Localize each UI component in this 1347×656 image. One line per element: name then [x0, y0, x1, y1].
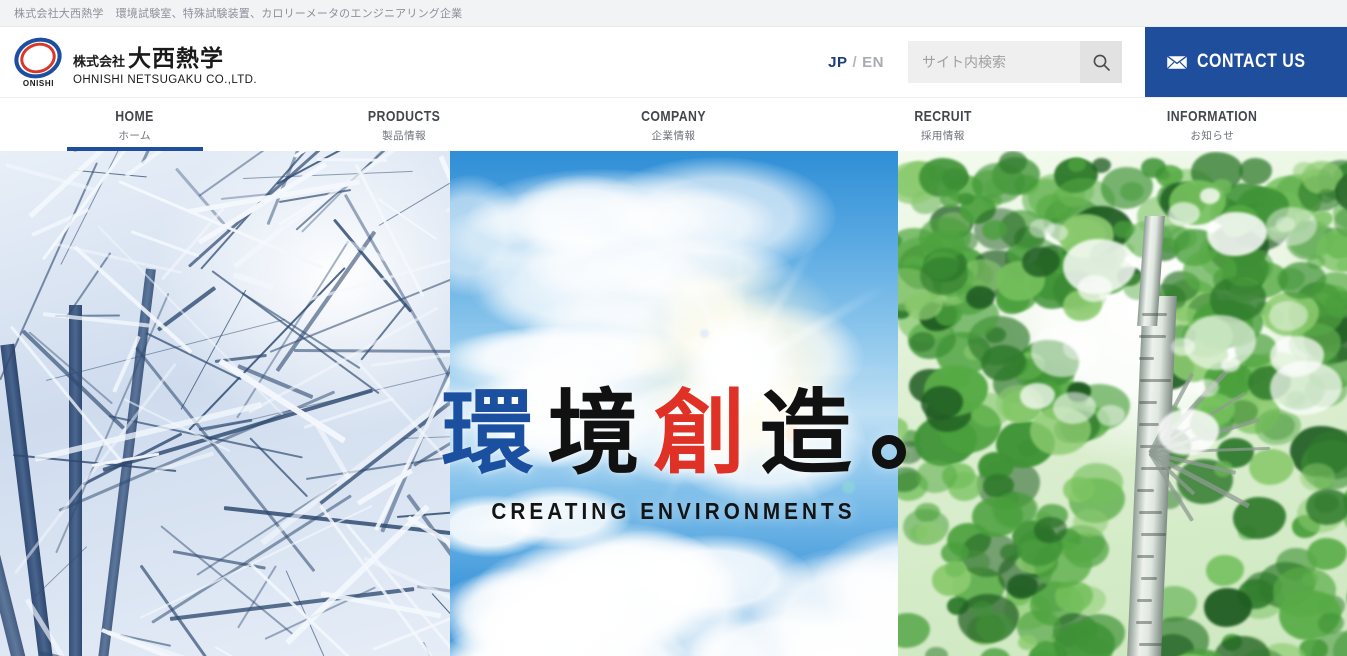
- site-logo[interactable]: ONISHI 株式会社 大西熱学 OHNISHI NETSUGAKU CO.,L…: [0, 27, 257, 97]
- nav-item-information-jp: お知らせ: [1190, 130, 1235, 142]
- nav-item-company[interactable]: COMPANY 企業情報: [539, 98, 808, 151]
- nav-item-home[interactable]: HOME ホーム: [0, 98, 269, 151]
- logo-jp-name: 大西熱学: [128, 44, 225, 71]
- contact-us-label: CONTACT US: [1196, 51, 1306, 72]
- language-separator: /: [852, 53, 858, 71]
- nav-item-products[interactable]: PRODUCTS 製品情報: [269, 98, 538, 151]
- nav-item-products-jp: 製品情報: [382, 130, 427, 142]
- hero-panel-winter: [0, 151, 450, 656]
- nav-item-information-en: INFORMATION: [1167, 108, 1258, 125]
- nav-item-recruit-jp: 採用情報: [920, 130, 965, 142]
- nav-item-home-jp: ホーム: [118, 130, 152, 142]
- topbar-company-name: 株式会社大西熱学: [14, 8, 104, 20]
- search-icon: [1093, 54, 1110, 71]
- nav-item-products-en: PRODUCTS: [367, 108, 441, 125]
- logo-en-name: OHNISHI NETSUGAKU CO.,LTD.: [73, 73, 257, 86]
- hero-banner: 環 境 創 造 CREATING ENVIRONMENTS: [0, 151, 1347, 656]
- logo-jp-prefix: 株式会社: [73, 53, 126, 69]
- hero-panel-forest: [898, 151, 1347, 656]
- envelope-icon: [1166, 54, 1188, 70]
- site-header: ONISHI 株式会社 大西熱学 OHNISHI NETSUGAKU CO.,L…: [0, 27, 1347, 97]
- logo-mark-text: ONISHI: [20, 79, 57, 88]
- search-submit-button[interactable]: [1080, 41, 1122, 83]
- nav-item-recruit-en: RECRUIT: [914, 108, 972, 125]
- nav-item-company-en: COMPANY: [641, 108, 706, 125]
- hero-panel-sky: [450, 151, 898, 656]
- site-search: [908, 41, 1122, 83]
- topbar-tagline: 環境試験室、特殊試験装置、カロリーメータのエンジニアリング企業: [115, 8, 463, 20]
- language-switcher: JP / EN: [828, 54, 884, 71]
- onishi-logo-icon: ONISHI: [8, 31, 68, 88]
- contact-us-button[interactable]: CONTACT US: [1145, 27, 1347, 97]
- search-input[interactable]: [908, 41, 1080, 83]
- language-jp-link[interactable]: JP: [828, 54, 847, 71]
- header-right-cluster: JP / EN CONTACT US: [828, 27, 1347, 97]
- main-navigation: HOME ホーム PRODUCTS 製品情報 COMPANY 企業情報 RECR…: [0, 97, 1347, 151]
- top-utility-bar: 株式会社大西熱学 環境試験室、特殊試験装置、カロリーメータのエンジニアリング企業: [0, 0, 1347, 27]
- nav-item-company-jp: 企業情報: [651, 130, 696, 142]
- language-en-link[interactable]: EN: [862, 54, 884, 71]
- nav-item-information[interactable]: INFORMATION お知らせ: [1078, 98, 1347, 151]
- nav-item-recruit[interactable]: RECRUIT 採用情報: [808, 98, 1077, 151]
- nav-item-home-en: HOME: [115, 108, 154, 125]
